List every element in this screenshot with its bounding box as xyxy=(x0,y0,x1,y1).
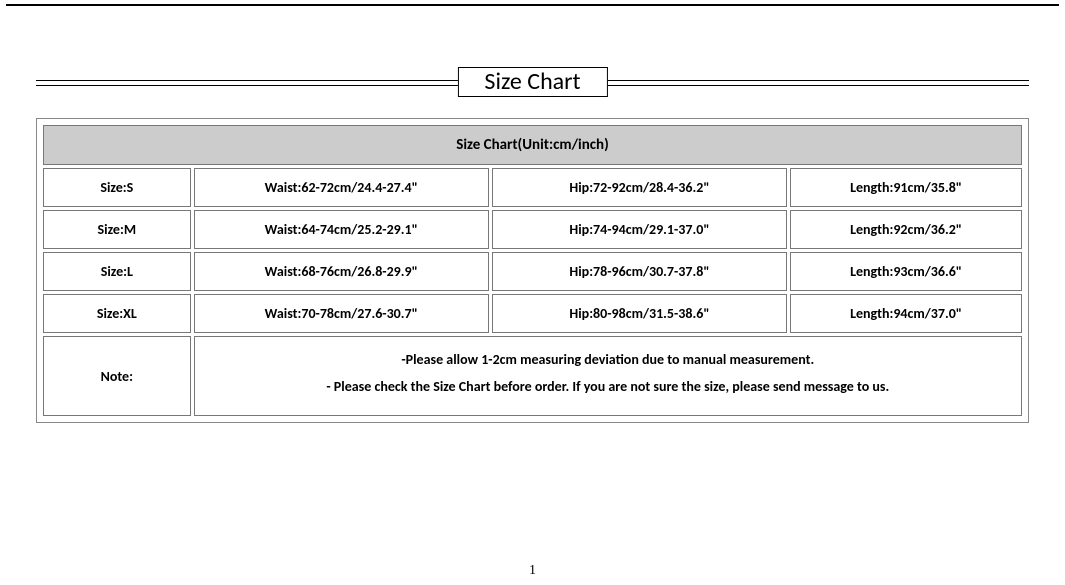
cell-waist: Waist:64-74cm/25.2-29.1" xyxy=(194,210,489,249)
table-row-note: Note: -Please allow 1-2cm measuring devi… xyxy=(43,336,1022,416)
page-number: 1 xyxy=(0,563,1065,579)
cell-waist: Waist:62-72cm/24.4-27.4" xyxy=(194,168,489,207)
note-line: - Please check the Size Chart before ord… xyxy=(201,378,1015,395)
note-line: -Please allow 1-2cm measuring deviation … xyxy=(201,351,1015,368)
cell-size: Size:M xyxy=(43,210,191,249)
note-text: -Please allow 1-2cm measuring deviation … xyxy=(194,336,1022,416)
note-label: Note: xyxy=(43,336,191,416)
table-header: Size Chart(Unit:cm/inch) xyxy=(43,125,1022,165)
cell-waist: Waist:70-78cm/27.6-30.7" xyxy=(194,294,489,333)
cell-size: Size:XL xyxy=(43,294,191,333)
table-row: Size:M Waist:64-74cm/25.2-29.1" Hip:74-9… xyxy=(43,210,1022,249)
cell-hip: Hip:80-98cm/31.5-38.6" xyxy=(492,294,787,333)
table-row: Size:L Waist:68-76cm/26.8-29.9" Hip:78-9… xyxy=(43,252,1022,291)
cell-hip: Hip:72-92cm/28.4-36.2" xyxy=(492,168,787,207)
page-top-rule xyxy=(6,4,1059,6)
cell-length: Length:93cm/36.6" xyxy=(790,252,1022,291)
cell-size: Size:L xyxy=(43,252,191,291)
table-header-row: Size Chart(Unit:cm/inch) xyxy=(43,125,1022,165)
cell-length: Length:91cm/35.8" xyxy=(790,168,1022,207)
cell-length: Length:94cm/37.0" xyxy=(790,294,1022,333)
table-row: Size:S Waist:62-72cm/24.4-27.4" Hip:72-9… xyxy=(43,168,1022,207)
cell-waist: Waist:68-76cm/26.8-29.9" xyxy=(194,252,489,291)
cell-hip: Hip:78-96cm/30.7-37.8" xyxy=(492,252,787,291)
cell-hip: Hip:74-94cm/29.1-37.0" xyxy=(492,210,787,249)
table-row: Size:XL Waist:70-78cm/27.6-30.7" Hip:80-… xyxy=(43,294,1022,333)
cell-size: Size:S xyxy=(43,168,191,207)
cell-length: Length:92cm/36.2" xyxy=(790,210,1022,249)
page-title: Size Chart xyxy=(457,67,607,97)
size-chart-container: Size Chart(Unit:cm/inch) Size:S Waist:62… xyxy=(36,118,1029,423)
title-area: Size Chart xyxy=(36,66,1029,98)
size-chart-table: Size Chart(Unit:cm/inch) Size:S Waist:62… xyxy=(40,122,1025,419)
